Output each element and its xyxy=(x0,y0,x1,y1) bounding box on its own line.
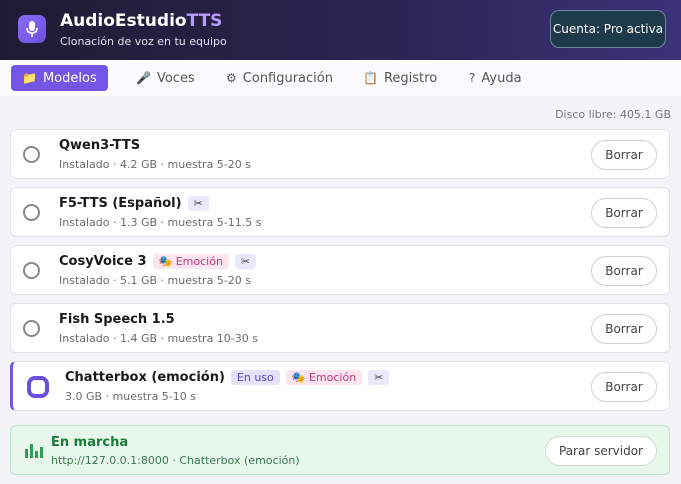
app-header: AudioEstudioTTS Clonación de voz en tu e… xyxy=(0,0,681,60)
clipboard-icon: 📋 xyxy=(363,71,378,85)
app-title: AudioEstudioTTS xyxy=(60,11,222,31)
server-status-panel: En marcha http://127.0.0.1:8000 · Chatte… xyxy=(10,425,670,475)
delete-button[interactable]: Borrar xyxy=(591,198,657,228)
delete-button[interactable]: Borrar xyxy=(591,256,657,286)
scissors-icon: ✂ xyxy=(187,196,209,211)
app-subtitle: Clonación de voz en tu equipo xyxy=(60,35,227,48)
tab-label: Ayuda xyxy=(481,70,522,86)
model-card-f5-tts[interactable]: F5-TTS (Español) ✂ Instalado · 1.3 GB · … xyxy=(10,187,670,237)
model-meta: 3.0 GB · muestra 5-10 s xyxy=(65,390,197,403)
model-name-text: Qwen3-TTS xyxy=(59,138,141,153)
emotion-tag: 🎭 Emoción xyxy=(152,254,229,269)
gear-icon: ⚙ xyxy=(226,71,237,85)
delete-button[interactable]: Borrar xyxy=(591,372,657,402)
model-name: Fish Speech 1.5 xyxy=(59,312,175,327)
model-name-text: Chatterbox (emoción) xyxy=(65,370,225,385)
model-card-fish-speech[interactable]: Fish Speech 1.5 Instalado · 1.4 GB · mue… xyxy=(10,303,670,353)
model-name: CosyVoice 3 🎭 Emoción ✂ xyxy=(59,254,257,269)
model-name: Qwen3-TTS xyxy=(59,138,140,153)
model-card-cosyvoice[interactable]: CosyVoice 3 🎭 Emoción ✂ Instalado · 5.1 … xyxy=(10,245,670,295)
delete-button[interactable]: Borrar xyxy=(591,314,657,344)
tab-bar: 📁 Modelos 🎤 Voces ⚙ Configuración 📋 Regi… xyxy=(0,60,681,96)
model-name-text: CosyVoice 3 xyxy=(59,254,147,269)
model-radio[interactable] xyxy=(23,146,40,163)
model-card-chatterbox[interactable]: Chatterbox (emoción) En uso 🎭 Emoción ✂ … xyxy=(10,361,670,411)
question-icon: ? xyxy=(469,71,476,85)
delete-button[interactable]: Borrar xyxy=(591,140,657,170)
server-status-detail: http://127.0.0.1:8000 · Chatterbox (emoc… xyxy=(51,454,300,467)
tab-label: Voces xyxy=(156,70,195,86)
masks-icon: 🎭 xyxy=(158,255,173,268)
microphone-icon xyxy=(18,15,46,43)
model-name: F5-TTS (Español) ✂ xyxy=(59,196,209,211)
in-use-tag: En uso xyxy=(230,370,280,385)
account-badge[interactable]: Cuenta: Pro activa xyxy=(550,10,666,48)
scissors-icon: ✂ xyxy=(368,370,390,385)
app-title-accent: TTS xyxy=(186,11,223,31)
tab-ayuda[interactable]: ? Ayuda xyxy=(458,65,533,91)
model-radio[interactable] xyxy=(23,320,40,337)
model-card-qwen3[interactable]: Qwen3-TTS Instalado · 4.2 GB · muestra 5… xyxy=(10,129,670,179)
disk-free-label: Disco libre: 405.1 GB xyxy=(555,108,671,121)
model-meta: Instalado · 5.1 GB · muestra 5-20 s xyxy=(59,274,252,287)
tab-label: Configuración xyxy=(242,70,333,86)
model-meta: Instalado · 1.4 GB · muestra 10-30 s xyxy=(59,332,258,345)
emotion-tag-label: Emoción xyxy=(175,255,223,268)
microphone-icon: 🎤 xyxy=(136,71,151,85)
model-meta: Instalado · 4.2 GB · muestra 5-20 s xyxy=(59,158,252,171)
tab-label: Modelos xyxy=(42,70,97,86)
server-status-title: En marcha xyxy=(51,435,129,450)
model-radio[interactable] xyxy=(23,204,40,221)
tab-label: Registro xyxy=(383,70,438,86)
tab-configuracion[interactable]: ⚙ Configuración xyxy=(215,65,344,91)
stop-server-button[interactable]: Parar servidor xyxy=(545,436,657,466)
model-name-text: F5-TTS (Español) xyxy=(59,196,182,211)
tab-modelos[interactable]: 📁 Modelos xyxy=(11,65,108,91)
app-title-main: AudioEstudio xyxy=(60,11,187,31)
model-radio[interactable] xyxy=(23,262,40,279)
masks-icon: 🎭 xyxy=(291,371,306,384)
equalizer-icon xyxy=(25,444,43,458)
model-radio-selected[interactable] xyxy=(27,376,49,398)
emotion-tag-label: Emoción xyxy=(308,371,357,384)
model-meta: Instalado · 1.3 GB · muestra 5-11.5 s xyxy=(59,216,262,229)
tab-voces[interactable]: 🎤 Voces xyxy=(125,65,206,91)
model-name-text: Fish Speech 1.5 xyxy=(59,312,175,327)
model-name: Chatterbox (emoción) En uso 🎭 Emoción ✂ xyxy=(65,370,390,385)
scissors-icon: ✂ xyxy=(234,254,257,269)
folder-icon: 📁 xyxy=(22,71,37,85)
emotion-tag: 🎭 Emoción xyxy=(285,370,363,385)
tab-registro[interactable]: 📋 Registro xyxy=(352,65,448,91)
